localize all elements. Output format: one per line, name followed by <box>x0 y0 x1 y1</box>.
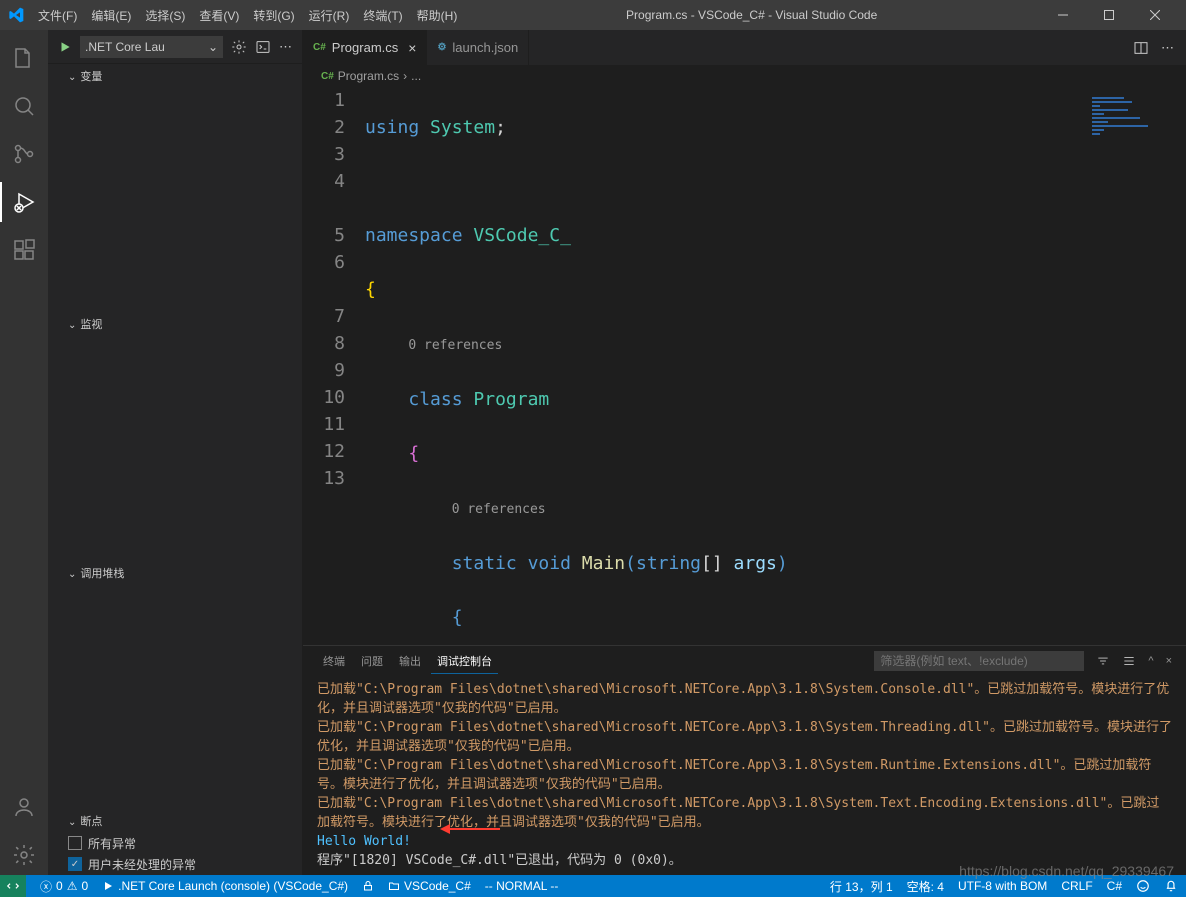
csharp-icon: C# <box>313 42 326 53</box>
code-content[interactable]: using System; namespace VSCode_C_ { 0 re… <box>365 87 1186 645</box>
settings-icon[interactable] <box>0 835 48 875</box>
account-icon[interactable] <box>0 787 48 827</box>
editor-tabs: C# Program.cs × ⚙ launch.json ⋯ <box>303 30 1186 65</box>
maximize-panel-icon[interactable]: ^ <box>1148 655 1153 667</box>
csharp-icon: C# <box>321 71 334 82</box>
close-button[interactable] <box>1132 0 1178 30</box>
console-line: 已加载"C:\Program Files\dotnet\shared\Micro… <box>317 718 1172 756</box>
status-eol[interactable]: CRLF <box>1061 879 1092 893</box>
menu-terminal[interactable]: 终端(T) <box>357 3 408 28</box>
console-line: 已加载"C:\Program Files\dotnet\shared\Micro… <box>317 680 1172 718</box>
clear-console-icon[interactable] <box>1122 654 1136 668</box>
panel-tab-output[interactable]: 输出 <box>393 649 427 673</box>
search-icon[interactable] <box>0 86 48 126</box>
source-control-icon[interactable] <box>0 134 48 174</box>
tab-label: launch.json <box>452 40 518 55</box>
console-line: 已加载"C:\Program Files\dotnet\shared\Micro… <box>317 756 1172 794</box>
status-indent[interactable]: 空格: 4 <box>907 878 944 895</box>
gear-icon[interactable] <box>231 39 247 55</box>
section-watch[interactable]: 监视 <box>48 312 302 336</box>
section-callstack[interactable]: 调用堆栈 <box>48 561 302 585</box>
status-lock-icon[interactable] <box>362 880 374 892</box>
debug-sidebar: .NET Core Lau⌄ ⋯ 变量 监视 调用堆栈 断点 所有异常 ✓用户未… <box>48 30 303 875</box>
more-actions-icon[interactable]: ⋯ <box>1161 40 1174 56</box>
status-cursor-pos[interactable]: 行 13，列 1 <box>830 878 893 895</box>
section-variables[interactable]: 变量 <box>48 64 302 88</box>
panel-tab-debugconsole[interactable]: 调试控制台 <box>431 649 498 674</box>
status-bell-icon[interactable] <box>1164 879 1178 893</box>
minimize-button[interactable] <box>1040 0 1086 30</box>
status-encoding[interactable]: UTF-8 with BOM <box>958 879 1047 893</box>
filter-icon[interactable] <box>1096 654 1110 668</box>
panel-tab-problems[interactable]: 问题 <box>355 649 389 673</box>
run-debug-icon[interactable] <box>0 182 48 222</box>
menu-edit[interactable]: 编辑(E) <box>85 3 137 28</box>
minimap[interactable] <box>1092 95 1172 145</box>
status-debug-config[interactable]: .NET Core Launch (console) (VSCode_C#) <box>102 879 348 893</box>
debug-console-output[interactable]: 已加载"C:\Program Files\dotnet\shared\Micro… <box>303 676 1186 875</box>
titlebar: 文件(F) 编辑(E) 选择(S) 查看(V) 转到(G) 运行(R) 终端(T… <box>0 0 1186 30</box>
debug-config-select[interactable]: .NET Core Lau⌄ <box>80 36 223 58</box>
status-feedback-icon[interactable] <box>1136 879 1150 893</box>
bp-all-exceptions[interactable]: 所有异常 <box>48 833 302 854</box>
status-errors[interactable]: ⓧ 0 ⚠ 0 <box>40 878 88 895</box>
tab-launch-json[interactable]: ⚙ launch.json <box>427 30 529 65</box>
close-tab-icon[interactable]: × <box>408 40 416 56</box>
split-editor-icon[interactable] <box>1133 40 1149 56</box>
status-language[interactable]: C# <box>1107 879 1122 893</box>
menu-help[interactable]: 帮助(H) <box>411 3 464 28</box>
menu-select[interactable]: 选择(S) <box>139 3 191 28</box>
section-breakpoints[interactable]: 断点 <box>48 809 302 833</box>
tab-label: Program.cs <box>332 40 398 55</box>
vscode-logo-icon <box>8 7 24 23</box>
menu-view[interactable]: 查看(V) <box>193 3 245 28</box>
remote-indicator[interactable] <box>0 875 26 897</box>
menu-run[interactable]: 运行(R) <box>303 3 356 28</box>
line-gutter: 1234 56 78910111213 <box>303 87 365 645</box>
menu-file[interactable]: 文件(F) <box>32 3 83 28</box>
bottom-panel: 终端 问题 输出 调试控制台 ^ × 已加载"C:\Program Files\… <box>303 645 1186 875</box>
checkbox-checked-icon[interactable]: ✓ <box>68 857 82 871</box>
panel-tab-terminal[interactable]: 终端 <box>317 649 351 673</box>
filter-input[interactable] <box>874 651 1084 671</box>
menu-go[interactable]: 转到(G) <box>247 3 300 28</box>
console-icon[interactable] <box>255 39 271 55</box>
activity-bar <box>0 30 48 875</box>
status-folder[interactable]: VSCode_C# <box>388 879 471 893</box>
code-editor[interactable]: 1234 56 78910111213 using System; namesp… <box>303 87 1186 645</box>
annotation-arrow <box>440 819 500 839</box>
close-panel-icon[interactable]: × <box>1166 655 1172 667</box>
start-debug-button[interactable] <box>58 40 72 54</box>
editor-area: C# Program.cs × ⚙ launch.json ⋯ C# Progr… <box>303 30 1186 875</box>
more-icon[interactable]: ⋯ <box>279 39 292 55</box>
status-vim-mode: -- NORMAL -- <box>485 879 559 893</box>
explorer-icon[interactable] <box>0 38 48 78</box>
breadcrumb[interactable]: C# Program.cs › ... <box>303 65 1186 87</box>
window-title: Program.cs - VSCode_C# - Visual Studio C… <box>463 8 1040 22</box>
tab-program-cs[interactable]: C# Program.cs × <box>303 30 427 65</box>
json-icon: ⚙ <box>437 42 446 53</box>
main-menu: 文件(F) 编辑(E) 选择(S) 查看(V) 转到(G) 运行(R) 终端(T… <box>32 3 463 28</box>
checkbox-icon[interactable] <box>68 836 82 850</box>
bp-user-unhandled[interactable]: ✓用户未经处理的异常 <box>48 854 302 875</box>
watermark: https://blog.csdn.net/qq_29339467 <box>959 863 1174 875</box>
maximize-button[interactable] <box>1086 0 1132 30</box>
extensions-icon[interactable] <box>0 230 48 270</box>
